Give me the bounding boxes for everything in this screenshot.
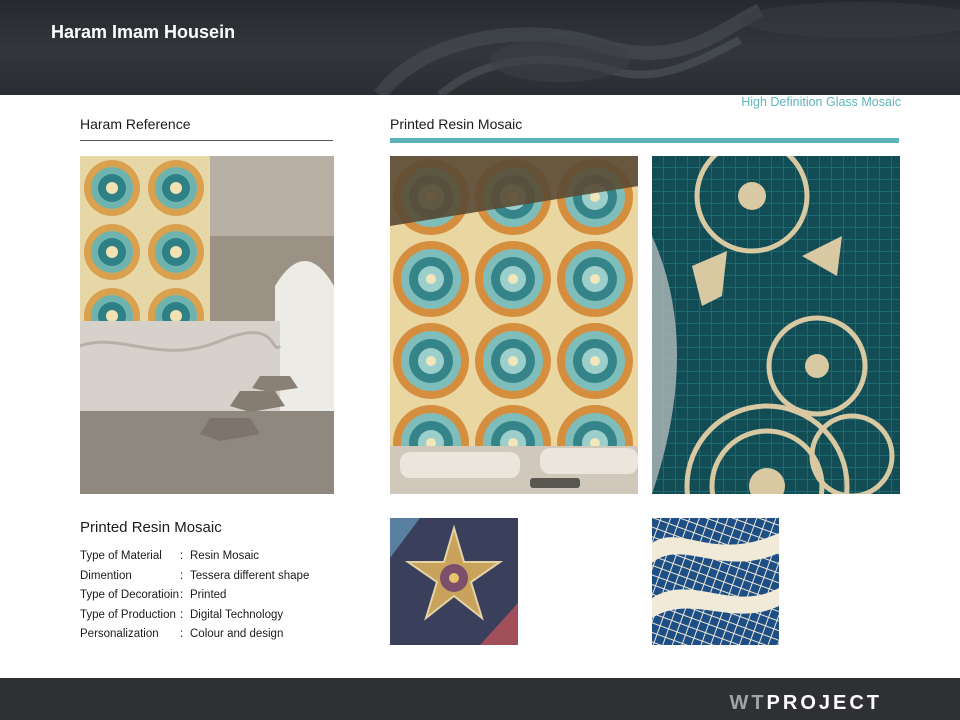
- spec-label: Type of Decoratioin: [80, 589, 180, 601]
- spec-row: Personalization : Colour and design: [80, 628, 309, 648]
- spec-value: Printed: [190, 589, 227, 601]
- spec-separator: :: [180, 550, 184, 562]
- header-banner: Haram Imam Housein: [0, 0, 960, 95]
- spec-value: Digital Technology: [190, 608, 284, 621]
- specs-title: Printed Resin Mosaic: [80, 519, 222, 536]
- subtitle: High Definition Glass Mosaic: [741, 95, 901, 109]
- product-wall-photo: [390, 156, 638, 494]
- spec-value: Colour and design: [190, 628, 284, 640]
- spec-separator: :: [180, 608, 184, 621]
- spec-row: Type of Material : Resin Mosaic: [80, 550, 309, 570]
- spec-label: Type of Material: [80, 550, 162, 562]
- product-lace-photo: [652, 156, 900, 494]
- spec-label: Type of Production: [80, 608, 176, 621]
- spec-label: Personalization: [80, 628, 159, 640]
- aerial-background-image: [374, 2, 960, 95]
- wtproject-logo: WTPROJECT: [729, 692, 882, 715]
- spec-row: Dimention : Tessera different shape: [80, 570, 309, 590]
- spec-separator: :: [180, 569, 184, 582]
- page-title: Haram Imam Housein: [51, 22, 236, 42]
- section-label-product: Printed Resin Mosaic: [390, 116, 523, 132]
- specs-table: Type of Material : Resin Mosaic Dimentio…: [80, 550, 309, 648]
- spec-row: Type of Decoratioin : Printed: [80, 589, 309, 609]
- spec-value: Resin Mosaic: [190, 550, 260, 562]
- spec-value: Tessera different shape: [190, 569, 310, 582]
- divider-reference: [80, 140, 333, 141]
- product-wave-tile-photo: [652, 518, 779, 645]
- spec-separator: :: [180, 628, 184, 640]
- logo-prefix: WT: [729, 692, 767, 714]
- product-star-tile-photo: [390, 518, 518, 645]
- section-label-reference: Haram Reference: [80, 116, 191, 132]
- spec-separator: :: [180, 589, 184, 601]
- footer-bar: WTPROJECT: [0, 678, 960, 720]
- logo-suffix: PROJECT: [766, 692, 882, 714]
- divider-product: [390, 138, 899, 143]
- reference-photo: [80, 156, 334, 494]
- spec-row: Type of Production : Digital Technology: [80, 609, 309, 629]
- spec-label: Dimention: [80, 569, 132, 582]
